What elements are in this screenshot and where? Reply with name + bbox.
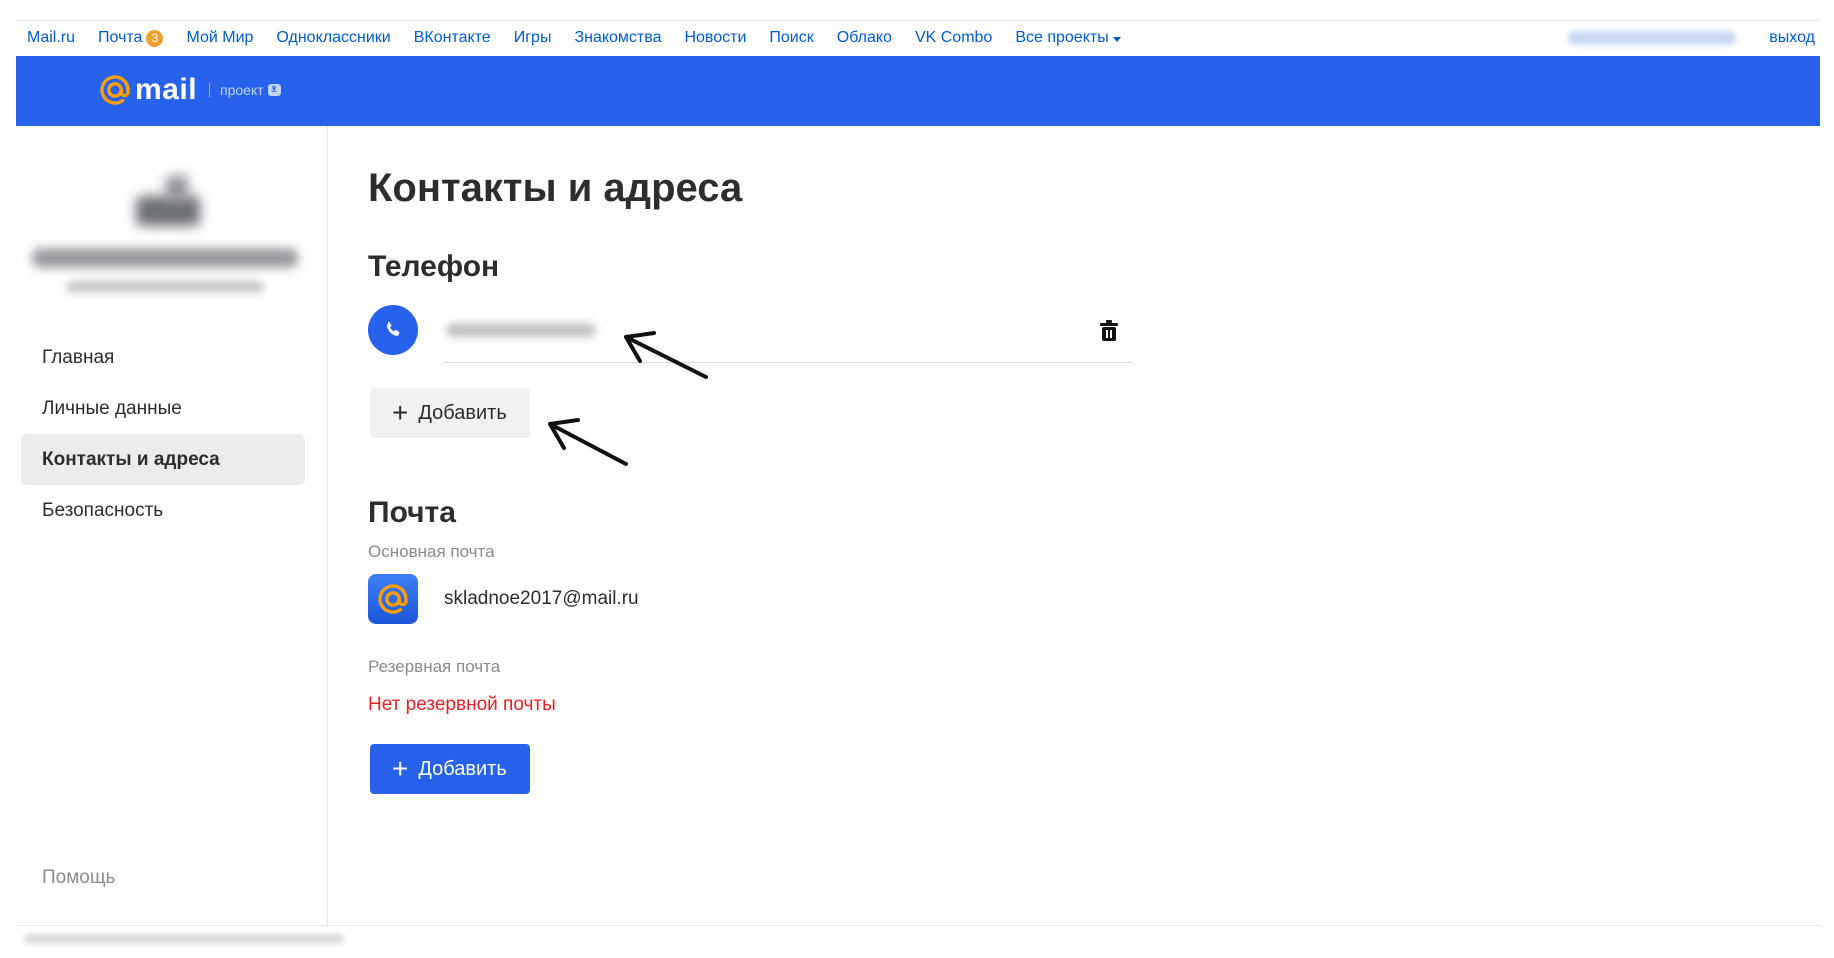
nav-link-odnoklassniki[interactable]: Одноклассники <box>276 29 390 47</box>
plus-icon: + <box>392 753 409 784</box>
nav-link-moy-mir[interactable]: Мой Мир <box>186 29 253 47</box>
annotation-arrow-phone <box>624 331 708 379</box>
nav-link-pochta[interactable]: Почта 3 <box>98 29 164 47</box>
blue-header-bar: mail проект ⊻ <box>16 56 1820 126</box>
phone-number-redacted <box>446 323 596 337</box>
nav-link-poisk[interactable]: Поиск <box>769 29 813 47</box>
sidebar-menu: Главная Личные данные Контакты и адреса … <box>21 332 305 536</box>
logo-word: mail <box>135 73 198 106</box>
phone-field-underline <box>444 362 1132 363</box>
backup-mail-label: Резервная почта <box>368 657 501 676</box>
phone-heading: Телефон <box>368 250 500 283</box>
mail-heading: Почта <box>368 496 456 529</box>
help-link[interactable]: Помощь <box>42 867 115 889</box>
nav-link-vkontakte[interactable]: ВКонтакте <box>414 29 491 47</box>
footer-links-redacted <box>24 934 344 944</box>
nav-link-novosti[interactable]: Новости <box>684 29 746 47</box>
mail-at-icon <box>368 574 418 624</box>
phone-row <box>368 305 1132 363</box>
all-projects-dropdown[interactable]: Все проекты <box>1015 29 1121 47</box>
account-email-redacted <box>1568 31 1737 45</box>
page-title: Контакты и адреса <box>368 166 743 210</box>
sidebar-item-contacts[interactable]: Контакты и адреса <box>21 434 305 485</box>
add-backup-mail-button[interactable]: + Добавить <box>370 744 530 794</box>
nav-link-igry[interactable]: Игры <box>514 29 552 47</box>
user-email-redacted <box>66 281 264 293</box>
user-name-redacted <box>32 248 298 268</box>
primary-email: skladnoe2017@mail.ru <box>444 588 639 609</box>
primary-mail-label: Основная почта <box>368 542 495 561</box>
trash-icon[interactable] <box>1098 319 1120 343</box>
sidebar-item-security[interactable]: Безопасность <box>21 485 305 536</box>
avatar <box>136 170 200 228</box>
add-phone-button[interactable]: + Добавить <box>370 388 530 438</box>
bottom-divider <box>16 925 1820 926</box>
plus-icon: + <box>392 397 409 428</box>
vk-mini-icon: ⊻ <box>267 84 281 96</box>
add-backup-mail-label: Добавить <box>418 757 507 780</box>
annotation-arrow-add <box>548 418 628 466</box>
at-sign-logo-icon <box>100 75 130 105</box>
phone-icon <box>368 305 418 355</box>
primary-mail-row: skladnoe2017@mail.ru <box>368 574 639 624</box>
nav-link-vk-combo[interactable]: VK Combo <box>915 29 992 47</box>
mail-logo[interactable]: mail проект ⊻ <box>98 73 281 107</box>
nav-link-mailru[interactable]: Mail.ru <box>27 29 75 47</box>
add-phone-label: Добавить <box>418 401 507 424</box>
portal-top-nav: Mail.ru Почта 3 Мой Мир Одноклассники ВКо… <box>16 21 1820 55</box>
sidebar: Главная Личные данные Контакты и адреса … <box>16 126 328 926</box>
sidebar-item-personal-data[interactable]: Личные данные <box>21 383 305 434</box>
project-label: проект <box>220 82 264 98</box>
unread-badge: 3 <box>146 29 164 47</box>
nav-link-oblako[interactable]: Облако <box>837 29 892 47</box>
logo-separator <box>209 83 211 97</box>
no-backup-mail-message: Нет резервной почты <box>368 694 556 715</box>
sidebar-item-home[interactable]: Главная <box>21 332 305 383</box>
nav-link-znakomstva[interactable]: Знакомства <box>574 29 661 47</box>
caret-down-icon <box>1112 36 1121 42</box>
nav-right-group: выход <box>1568 29 1820 47</box>
logout-link[interactable]: выход <box>1769 29 1815 47</box>
